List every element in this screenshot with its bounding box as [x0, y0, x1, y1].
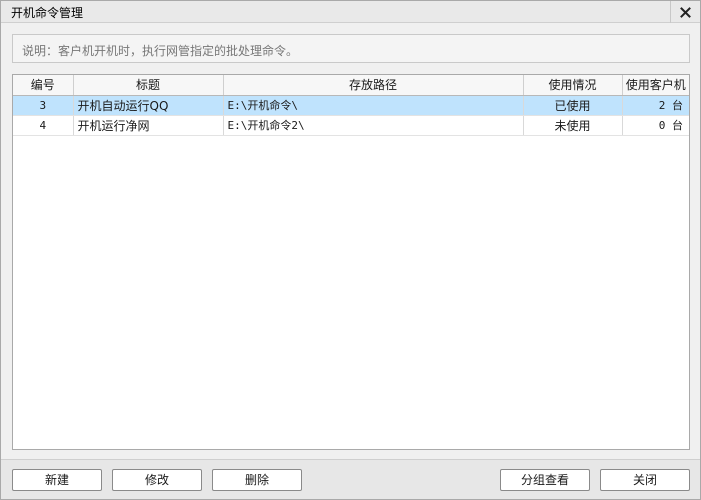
command-table-panel[interactable]: 编号 标题 存放路径 使用情况 使用客户机 3 开机自动运行QQ E:\开机命令… — [12, 74, 690, 450]
cell-status: 未使用 — [523, 115, 623, 136]
window-title: 开机命令管理 — [11, 6, 84, 20]
column-header-title[interactable]: 标题 — [73, 75, 224, 96]
cell-path: E:\开机命令2\ — [223, 115, 524, 136]
group-view-button[interactable]: 分组查看 — [500, 469, 590, 491]
window-close-button[interactable] — [670, 1, 700, 23]
new-button[interactable]: 新建 — [12, 469, 102, 491]
table-row[interactable]: 3 开机自动运行QQ E:\开机命令\ 已使用 2 台 — [13, 95, 689, 116]
edit-button[interactable]: 修改 — [112, 469, 202, 491]
button-bar: 新建 修改 删除 分组查看 关闭 — [1, 459, 700, 499]
table-header-row: 编号 标题 存放路径 使用情况 使用客户机 — [13, 75, 689, 96]
delete-button[interactable]: 删除 — [212, 469, 302, 491]
command-table: 编号 标题 存放路径 使用情况 使用客户机 3 开机自动运行QQ E:\开机命令… — [13, 75, 689, 136]
cell-title: 开机自动运行QQ — [73, 95, 224, 116]
cell-status: 已使用 — [523, 95, 623, 116]
cell-path: E:\开机命令\ — [223, 95, 524, 116]
cell-id: 3 — [13, 95, 74, 116]
column-header-path[interactable]: 存放路径 — [223, 75, 524, 96]
command-manager-window: 开机命令管理 说明：客户机开机时，执行网管指定的批处理命令。 编号 标题 存放路… — [0, 0, 701, 500]
column-header-status[interactable]: 使用情况 — [523, 75, 623, 96]
close-button[interactable]: 关闭 — [600, 469, 690, 491]
description-box: 说明：客户机开机时，执行网管指定的批处理命令。 — [12, 34, 690, 63]
column-header-clients[interactable]: 使用客户机 — [622, 75, 689, 96]
title-bar: 开机命令管理 — [1, 1, 700, 23]
table-row[interactable]: 4 开机运行净网 E:\开机命令2\ 未使用 0 台 — [13, 115, 689, 136]
column-header-id[interactable]: 编号 — [13, 75, 74, 96]
cell-clients: 2 台 — [622, 95, 689, 116]
cell-clients: 0 台 — [622, 115, 689, 136]
description-text: 说明：客户机开机时，执行网管指定的批处理命令。 — [22, 44, 299, 58]
cell-title: 开机运行净网 — [73, 115, 224, 136]
cell-id: 4 — [13, 115, 74, 136]
close-icon — [680, 6, 691, 18]
